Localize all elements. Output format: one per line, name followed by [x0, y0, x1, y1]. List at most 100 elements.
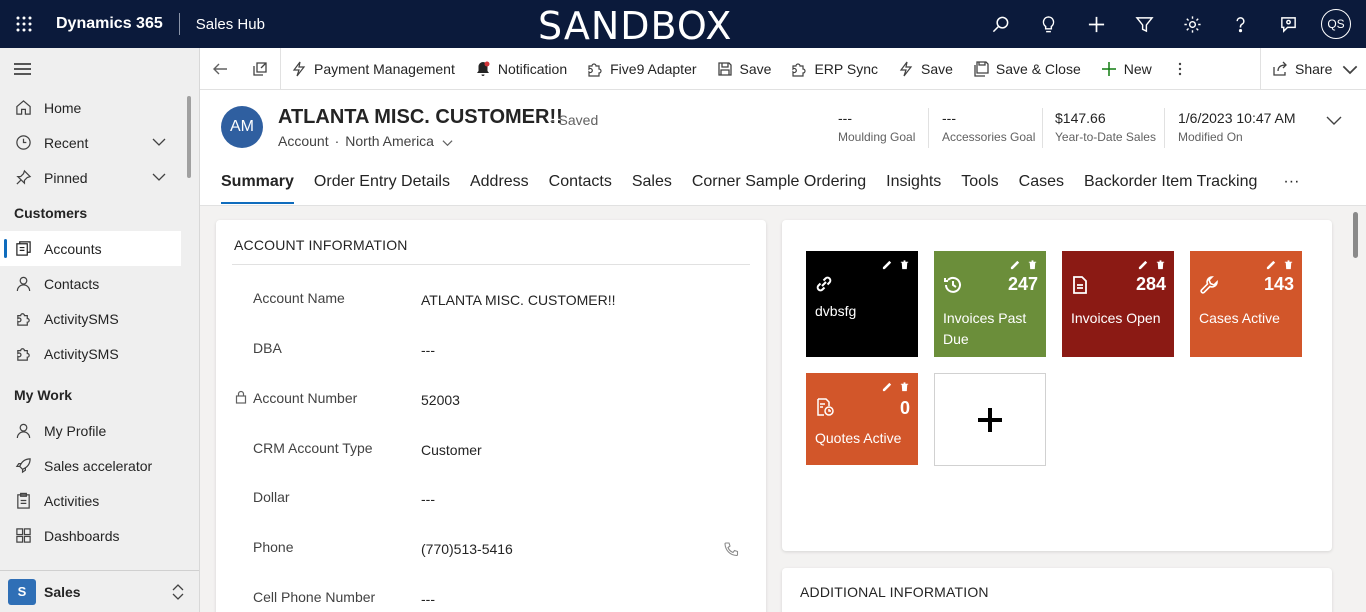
sidebar-item-dashboards[interactable]: Dashboards — [0, 518, 199, 553]
field-label: Dollar — [253, 489, 290, 505]
edit-icon[interactable] — [1010, 259, 1021, 270]
save-and-close-button[interactable]: Save & Close — [963, 48, 1091, 90]
button-label: Save — [920, 60, 953, 77]
help-icon[interactable] — [1216, 0, 1264, 48]
edit-icon[interactable] — [882, 381, 893, 392]
tab-contacts[interactable]: Contacts — [539, 170, 622, 204]
field-value[interactable]: (770)513-5416 — [421, 541, 513, 557]
tab-backorder-item-tracking[interactable]: Backorder Item Tracking — [1074, 170, 1267, 204]
top-bar: Dynamics 365 Sales Hub SANDBOX QS — [0, 0, 1366, 48]
tab-corner-sample-ordering[interactable]: Corner Sample Ordering — [682, 170, 876, 204]
tab-insights[interactable]: Insights — [876, 170, 951, 204]
sidebar-item-activities[interactable]: Activities — [0, 483, 199, 518]
quote-clock-icon — [817, 398, 834, 416]
divider — [1042, 108, 1043, 148]
record-title: ATLANTA MISC. CUSTOMER!! — [278, 106, 563, 128]
save-icon — [717, 61, 732, 76]
tab-order-entry-details[interactable]: Order Entry Details — [304, 170, 460, 204]
form-selector[interactable]: North America — [345, 133, 434, 149]
new-button[interactable]: New — [1091, 48, 1162, 90]
save-button[interactable]: Save — [707, 48, 782, 90]
tile-dvbsfg[interactable]: dvbsfg — [806, 251, 918, 357]
tile-label: Cases Active — [1199, 310, 1280, 326]
field-value[interactable]: --- — [421, 491, 435, 507]
delete-icon[interactable] — [1027, 259, 1038, 270]
button-label: ERP Sync — [814, 60, 878, 77]
sidebar-item-home[interactable]: Home — [0, 90, 199, 125]
sidebar-item-label: ActivitySMS — [44, 310, 119, 327]
tab-tools[interactable]: Tools — [951, 170, 1008, 204]
field-phone: Phone (770)513-5416 — [253, 539, 753, 579]
hub-name[interactable]: Sales Hub — [196, 16, 265, 33]
field-value[interactable]: --- — [421, 342, 435, 358]
chevron-down-icon[interactable] — [442, 137, 453, 148]
field-value[interactable]: Customer — [421, 442, 482, 458]
add-tile-button[interactable] — [934, 373, 1046, 466]
tile-invoices-past-due[interactable]: 247 Invoices Past Due — [934, 251, 1046, 357]
sidebar-item-label: Activities — [44, 492, 100, 509]
five9-adapter-button[interactable]: Five9 Adapter — [577, 48, 706, 90]
sidebar-item-contacts[interactable]: Contacts — [0, 266, 199, 301]
chat-icon[interactable] — [1264, 0, 1312, 48]
more-commands-button[interactable] — [1162, 48, 1205, 90]
notification-button[interactable]: Notification — [465, 48, 577, 90]
chevron-down-icon[interactable] — [151, 134, 167, 150]
tab-sales[interactable]: Sales — [622, 170, 682, 204]
tile-invoices-open[interactable]: 284 Invoices Open — [1062, 251, 1174, 357]
sidebar-item-recent[interactable]: Recent — [0, 125, 199, 160]
filter-icon[interactable] — [1120, 0, 1168, 48]
search-icon[interactable] — [976, 0, 1024, 48]
tile-label: Quotes Active — [815, 430, 902, 446]
sidebar-item-activitysms[interactable]: ActivitySMS — [0, 336, 199, 371]
field-value: 52003 — [421, 392, 460, 408]
field-value[interactable]: ATLANTA MISC. CUSTOMER!! — [421, 292, 615, 308]
tab-more[interactable]: ··· — [1273, 170, 1309, 204]
sidebar-scrollbar[interactable] — [187, 96, 191, 178]
clock-icon — [14, 134, 32, 152]
open-new-window-button[interactable] — [240, 48, 280, 90]
wrench-icon — [1200, 276, 1218, 294]
dashboard-icon — [14, 527, 32, 545]
tab-address[interactable]: Address — [460, 170, 539, 204]
edit-icon[interactable] — [882, 259, 893, 270]
erp-sync-button[interactable]: ERP Sync — [781, 48, 888, 90]
delete-icon[interactable] — [899, 381, 910, 392]
main-scrollbar[interactable] — [1353, 212, 1358, 258]
hamburger-icon[interactable] — [0, 48, 199, 90]
user-avatar[interactable]: QS — [1312, 0, 1360, 48]
kpi-label: Accessories Goal — [942, 130, 1036, 144]
share-button[interactable]: Share — [1260, 48, 1366, 90]
chevron-down-icon[interactable] — [1326, 112, 1342, 128]
gear-icon[interactable] — [1168, 0, 1216, 48]
button-label: Save & Close — [995, 60, 1081, 77]
back-button[interactable] — [200, 48, 240, 90]
sidebar-item-accounts[interactable]: Accounts — [0, 231, 181, 266]
chevron-down-icon[interactable] — [151, 169, 167, 185]
delete-icon[interactable] — [1155, 259, 1166, 270]
tile-quotes-active[interactable]: 0 Quotes Active — [806, 373, 918, 465]
field-value[interactable]: --- — [421, 591, 435, 607]
save-flash-button[interactable]: Save — [888, 48, 963, 90]
kpi-value: 1/6/2023 10:47 AM — [1178, 110, 1296, 126]
tile-cases-active[interactable]: 143 Cases Active — [1190, 251, 1302, 357]
delete-icon[interactable] — [1283, 259, 1294, 270]
payment-management-button[interactable]: Payment Management — [281, 48, 465, 90]
sidebar-item-activitysms[interactable]: ActivitySMS — [0, 301, 199, 336]
tab-summary[interactable]: Summary — [221, 170, 304, 204]
sidebar-item-my-profile[interactable]: My Profile — [0, 413, 199, 448]
lightbulb-icon[interactable] — [1024, 0, 1072, 48]
tab-cases[interactable]: Cases — [1009, 170, 1074, 204]
app-name[interactable]: Dynamics 365 — [56, 15, 163, 33]
kpi-value: $147.66 — [1055, 110, 1106, 126]
app-launcher-icon[interactable] — [0, 0, 48, 48]
phone-icon[interactable] — [723, 541, 739, 557]
delete-icon[interactable] — [899, 259, 910, 270]
area-switcher[interactable]: S Sales — [0, 570, 199, 612]
sidebar-item-sales-accelerator[interactable]: Sales accelerator — [0, 448, 199, 483]
tile-count: 143 — [1263, 274, 1294, 294]
sidebar-section-my-work: My Work — [14, 387, 73, 403]
edit-icon[interactable] — [1266, 259, 1277, 270]
plus-icon[interactable] — [1072, 0, 1120, 48]
sidebar-item-pinned[interactable]: Pinned — [0, 160, 199, 195]
edit-icon[interactable] — [1138, 259, 1149, 270]
